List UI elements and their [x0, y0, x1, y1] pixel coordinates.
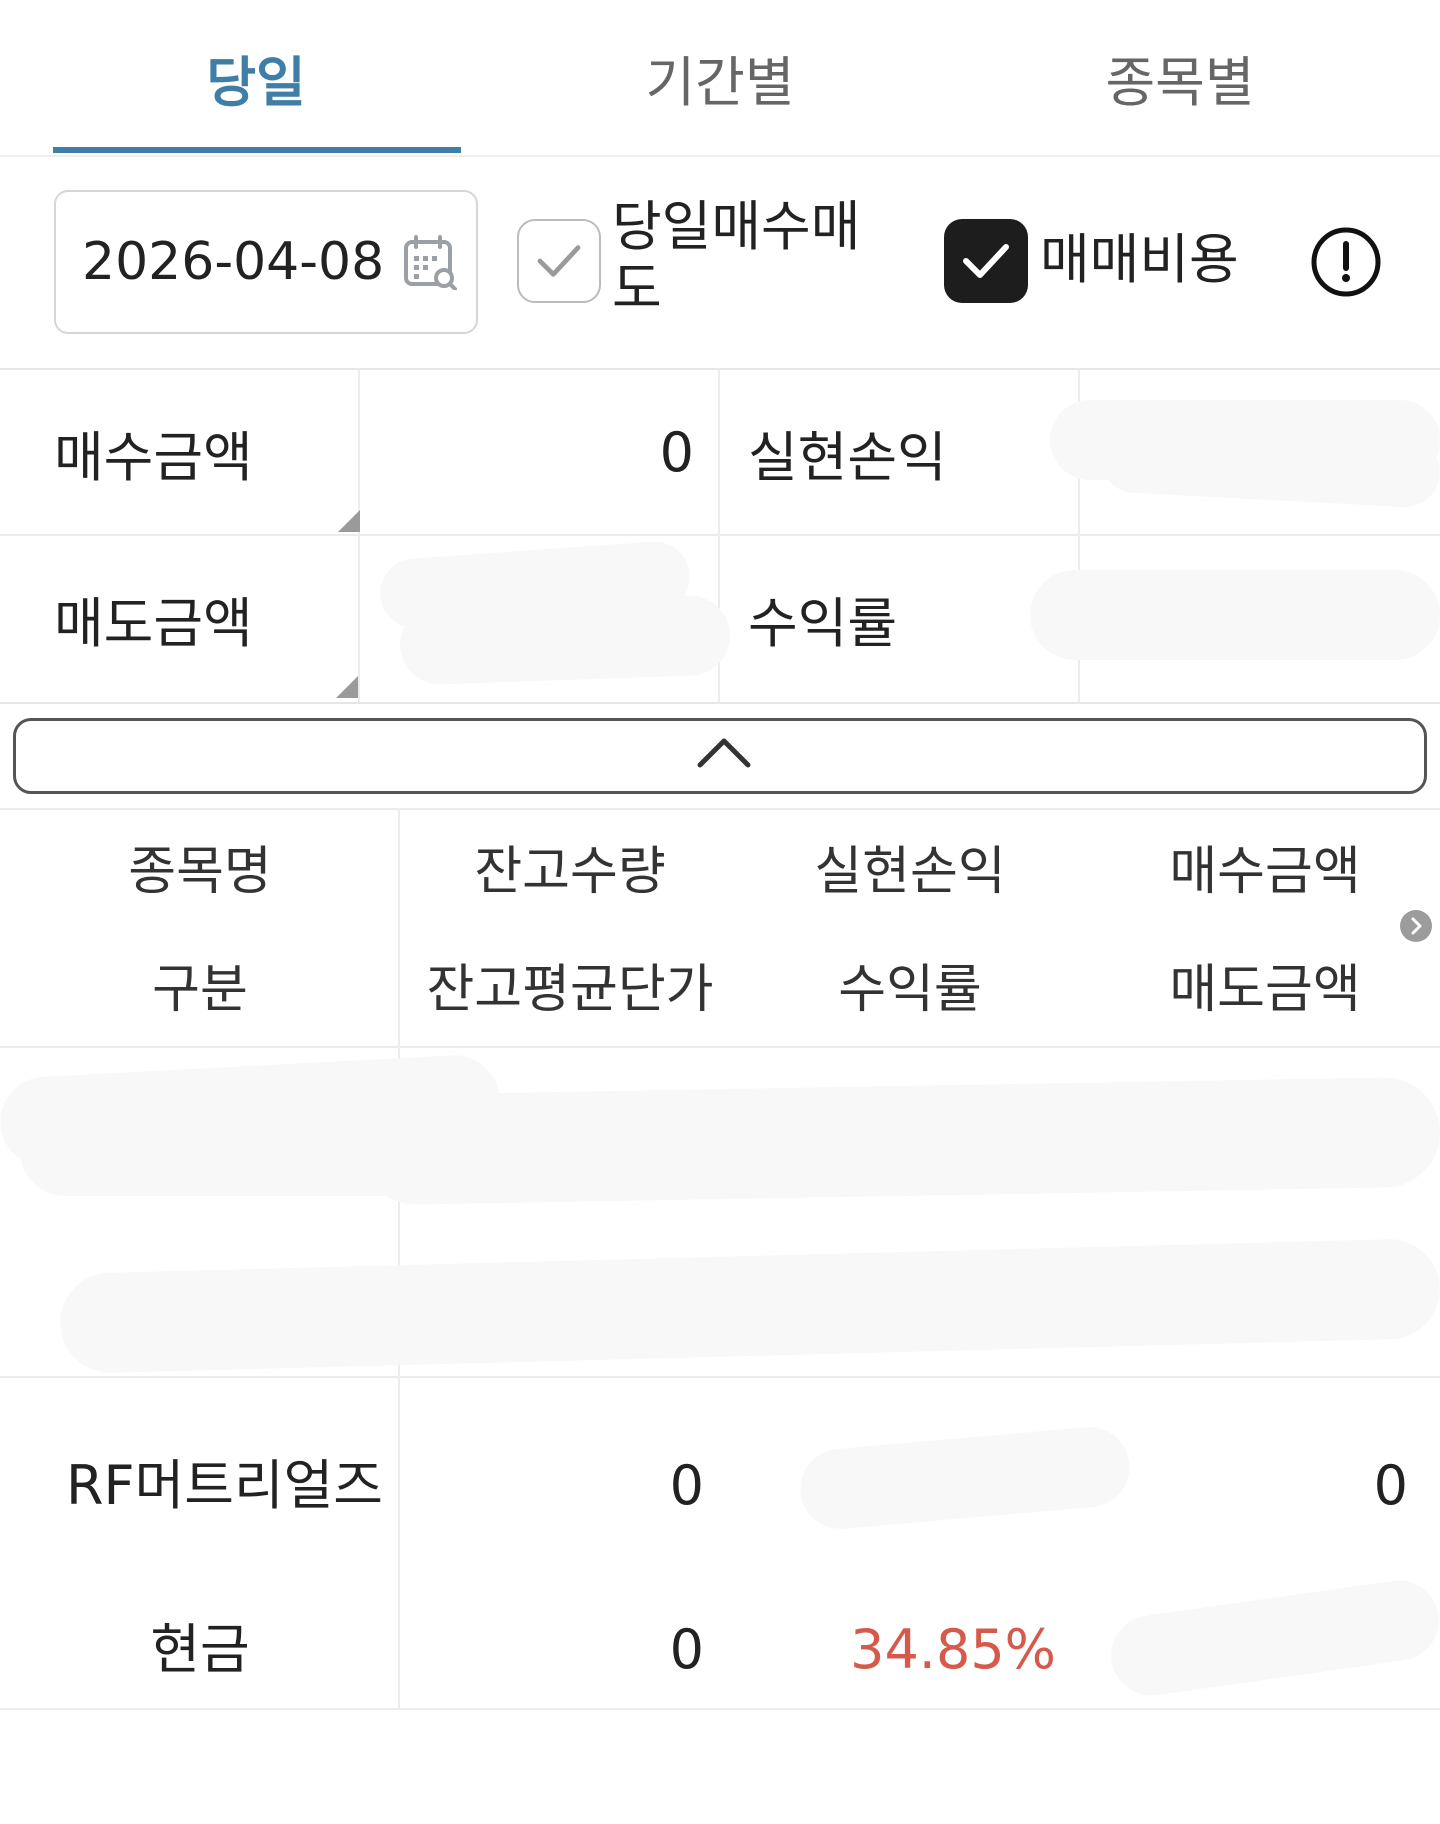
summary-grid: 매수금액 0 실현손익 매도금액 수익률 [0, 368, 1440, 704]
header-sell-amount: 매도금액 [1169, 960, 1361, 1020]
buy-amount-label: 매수금액 [54, 425, 253, 489]
return-rate: 34.85% [850, 1618, 1056, 1681]
info-icon[interactable] [1310, 226, 1382, 298]
corner-marker [338, 510, 360, 532]
tab-bar: 당일 기간별 종목별 [0, 0, 1440, 157]
table-row[interactable]: RF머트리얼즈 0 0 현금 0 34.85% [0, 1378, 1440, 1710]
tab-period[interactable]: 기간별 [490, 0, 950, 155]
divider [358, 370, 360, 702]
header-buy-amount: 매수금액 [1169, 842, 1361, 902]
same-day-trade-label: 당일매수매도 [612, 195, 861, 320]
scroll-right-icon[interactable] [1400, 910, 1432, 942]
divider [0, 534, 1440, 536]
date-value: 2026-04-08 [82, 232, 385, 292]
buy-amount: 0 [1373, 1454, 1408, 1517]
active-tab-indicator [53, 147, 461, 153]
tab-today[interactable]: 당일 [26, 0, 486, 155]
tab-by-stock[interactable]: 종목별 [950, 0, 1410, 155]
table-header: 종목명 잔고수량 실현손익 매수금액 구분 잔고평균단가 수익률 매도금액 [0, 808, 1440, 1048]
avg-price: 0 [669, 1618, 704, 1681]
realized-pnl-label: 실현손익 [748, 425, 947, 489]
trade-cost-checkbox[interactable] [944, 219, 1028, 303]
redaction [797, 1423, 1133, 1533]
corner-marker [336, 676, 358, 698]
same-day-trade-checkbox[interactable] [517, 219, 601, 303]
redaction [359, 1076, 1440, 1206]
check-icon [963, 244, 1009, 278]
header-realized-pnl: 실현손익 [814, 842, 1006, 902]
divider [398, 810, 400, 1046]
header-return-rate: 수익률 [838, 960, 982, 1020]
collapse-summary-button[interactable] [13, 718, 1427, 794]
chevron-up-icon [697, 738, 751, 768]
trade-cost-label: 매매비용 [1040, 228, 1239, 291]
date-picker[interactable]: 2026-04-08 [54, 190, 478, 334]
table-row[interactable] [0, 1046, 1440, 1378]
buy-amount-value: 0 [659, 420, 694, 484]
sell-amount-label: 매도금액 [54, 591, 253, 655]
return-rate-label: 수익률 [748, 591, 898, 655]
trade-type: 현금 [150, 1618, 250, 1681]
redaction [398, 594, 732, 686]
header-avg-price: 잔고평균단가 [426, 960, 714, 1020]
balance-qty: 0 [669, 1454, 704, 1517]
header-balance-qty: 잔고수량 [474, 842, 666, 902]
check-icon [537, 245, 581, 277]
redaction [58, 1237, 1440, 1375]
stock-name: RF머트리얼즈 [66, 1454, 383, 1517]
header-stock-name: 종목명 [128, 842, 272, 902]
header-type: 구분 [152, 960, 248, 1020]
redaction [1030, 570, 1440, 660]
calendar-icon [404, 235, 457, 290]
